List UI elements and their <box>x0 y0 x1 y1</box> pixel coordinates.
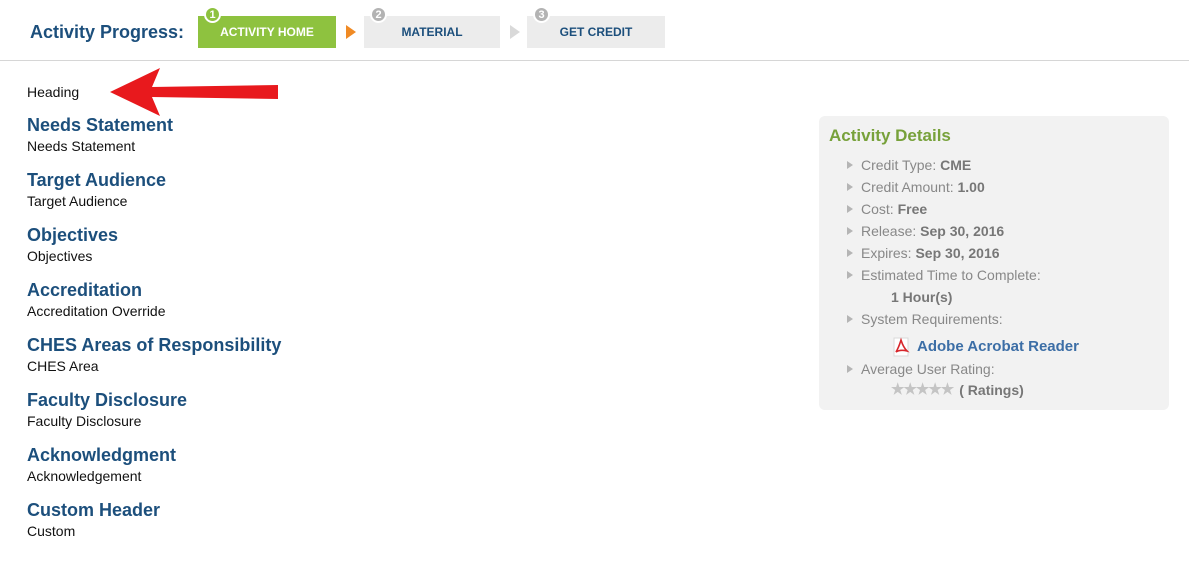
section-title: Objectives <box>27 225 119 245</box>
credit-amount-row: Credit Amount: 1.00 <box>829 176 1159 198</box>
step-number-badge: 1 <box>204 6 221 23</box>
section-ches-areas: CHES Areas of Responsibility CHES Area <box>27 335 727 377</box>
step-label: ACTIVITY HOME <box>220 25 314 39</box>
section-title: Needs Statement <box>27 115 174 135</box>
section-title: Target Audience <box>27 170 167 190</box>
step-arrow-icon <box>346 25 356 39</box>
estimated-time-row: Estimated Time to Complete: <box>829 264 1159 286</box>
section-objectives: Objectives Objectives <box>27 225 727 267</box>
section-title: Faculty Disclosure <box>27 390 188 410</box>
section-custom-header: Custom Header Custom <box>27 500 727 542</box>
section-body: CHES Area <box>27 358 99 374</box>
bullet-triangle-icon <box>847 249 853 257</box>
activity-progress-bar: Activity Progress: 1 ACTIVITY HOME 2 MAT… <box>0 0 1189 61</box>
credit-type-value: CME <box>940 157 972 173</box>
release-value: Sep 30, 2016 <box>920 223 1005 239</box>
rating-count: ( Ratings) <box>959 382 1024 398</box>
credit-type-row: Credit Type: CME <box>829 154 1159 176</box>
credit-amount-value: 1.00 <box>957 179 985 195</box>
heading-text: Heading <box>27 84 80 100</box>
section-body: Custom <box>27 523 76 539</box>
section-title: Acknowledgment <box>27 445 177 465</box>
average-rating-row: Average User Rating: <box>829 358 1159 380</box>
bullet-triangle-icon <box>847 271 853 279</box>
section-title: Accreditation <box>27 280 143 300</box>
section-body: Accreditation Override <box>27 303 166 319</box>
section-title: Custom Header <box>27 500 161 520</box>
credit-amount-label: Credit Amount: <box>861 179 954 195</box>
section-body: Objectives <box>27 248 93 264</box>
bullet-triangle-icon <box>847 227 853 235</box>
expires-value: Sep 30, 2016 <box>915 245 1000 261</box>
step-arrow-icon <box>510 25 520 39</box>
release-row: Release: Sep 30, 2016 <box>829 220 1159 242</box>
section-body: Target Audience <box>27 193 128 209</box>
system-requirements-row: System Requirements: <box>829 308 1159 330</box>
section-acknowledgment: Acknowledgment Acknowledgement <box>27 445 727 487</box>
step-label: GET CREDIT <box>559 25 633 39</box>
average-rating-label: Average User Rating: <box>861 361 995 377</box>
adobe-acrobat-reader-link[interactable]: Adobe Acrobat Reader <box>829 336 1159 358</box>
section-faculty-disclosure: Faculty Disclosure Faculty Disclosure <box>27 390 727 432</box>
estimated-time-value: 1 Hour(s) <box>891 289 953 305</box>
step-label: MATERIAL <box>401 25 463 39</box>
activity-content: Heading Needs Statement Needs Statement … <box>27 82 727 542</box>
section-needs-statement: Needs Statement Needs Statement <box>27 115 727 157</box>
section-target-audience: Target Audience Target Audience <box>27 170 727 212</box>
step-activity-home[interactable]: 1 ACTIVITY HOME <box>198 6 336 48</box>
section-body: Acknowledgement <box>27 468 142 484</box>
bullet-triangle-icon <box>847 315 853 323</box>
bullet-triangle-icon <box>847 365 853 373</box>
activity-details-title: Activity Details <box>829 126 951 145</box>
star-icon: ★★★★★ <box>891 381 954 398</box>
section-title: CHES Areas of Responsibility <box>27 335 282 355</box>
section-body: Needs Statement <box>27 138 136 154</box>
release-label: Release: <box>861 223 917 239</box>
adobe-acrobat-reader-label: Adobe Acrobat Reader <box>917 338 1079 355</box>
credit-type-label: Credit Type: <box>861 157 937 173</box>
activity-details-panel: Activity Details Credit Type: CME Credit… <box>819 116 1169 410</box>
estimated-time-label: Estimated Time to Complete: <box>861 267 1041 283</box>
bullet-triangle-icon <box>847 161 853 169</box>
cost-row: Cost: Free <box>829 198 1159 220</box>
bullet-triangle-icon <box>847 205 853 213</box>
expires-label: Expires: <box>861 245 912 261</box>
step-number-badge: 3 <box>533 6 550 23</box>
cost-value: Free <box>897 201 928 217</box>
pdf-icon <box>893 337 910 357</box>
step-material[interactable]: 2 MATERIAL <box>364 6 500 48</box>
expires-row: Expires: Sep 30, 2016 <box>829 242 1159 264</box>
step-number-badge: 2 <box>370 6 387 23</box>
step-get-credit[interactable]: 3 GET CREDIT <box>527 6 665 48</box>
section-accreditation: Accreditation Accreditation Override <box>27 280 727 322</box>
activity-progress-label: Activity Progress: <box>30 22 185 42</box>
system-requirements-label: System Requirements: <box>861 311 1003 327</box>
rating-display: ★★★★★ ( Ratings) <box>829 380 1159 400</box>
bullet-triangle-icon <box>847 183 853 191</box>
cost-label: Cost: <box>861 201 894 217</box>
section-body: Faculty Disclosure <box>27 413 142 429</box>
